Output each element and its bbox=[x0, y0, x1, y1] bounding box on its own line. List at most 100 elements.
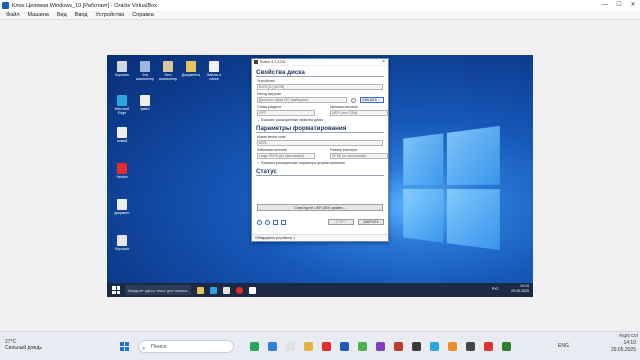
rufus-tool-icons bbox=[257, 220, 286, 225]
device-label: Устройство bbox=[257, 79, 275, 83]
desktop-icon-label: документ bbox=[114, 211, 130, 215]
desktop-icon-image bbox=[209, 61, 219, 72]
app-icon[interactable] bbox=[502, 342, 511, 351]
window-controls: — ☐ ✕ bbox=[598, 0, 640, 11]
desktop-icon[interactable]: Yandex bbox=[112, 163, 132, 179]
guest-lang-indicator[interactable]: РУС bbox=[492, 287, 499, 291]
yandex-browser-icon[interactable] bbox=[322, 342, 331, 351]
partition-label: Схема раздела bbox=[257, 105, 281, 109]
cluster-select[interactable]: 32 КБ (по умолчанию) bbox=[330, 153, 388, 159]
volume-label-caption: Новая метка тома bbox=[257, 135, 286, 139]
log-icon[interactable] bbox=[281, 220, 286, 225]
desktop-icon-image bbox=[140, 61, 150, 72]
search-icon: ⌕ bbox=[142, 346, 146, 352]
guest-desktop[interactable]: Корзина Эта компьютер Этот компьютер Докуме… bbox=[107, 55, 533, 297]
divider bbox=[256, 175, 384, 176]
app-icon[interactable] bbox=[412, 342, 421, 351]
close-button[interactable]: ЗАКРЫТЬ bbox=[358, 219, 384, 225]
desktop-icon[interactable]: документ bbox=[112, 199, 132, 215]
menu-file[interactable]: Файл bbox=[6, 12, 20, 18]
virtualbox-icon[interactable] bbox=[340, 342, 349, 351]
desktop-icon-label: Файлы и папки bbox=[206, 73, 222, 81]
maximize-button[interactable]: ☐ bbox=[612, 0, 626, 11]
app-icon[interactable] bbox=[394, 342, 403, 351]
file-explorer-icon[interactable] bbox=[304, 342, 313, 351]
status-bar: Checking for UEFI DBX updates... bbox=[257, 204, 383, 211]
weather-description: Сильный дождь bbox=[5, 345, 42, 351]
advanced-format-toggle[interactable]: ⌄ Показать расширенные параметры формати… bbox=[257, 161, 388, 165]
start-button[interactable]: СТАРТ bbox=[328, 219, 354, 225]
telegram-icon[interactable] bbox=[268, 342, 277, 351]
desktop-icon-label: файл bbox=[140, 107, 150, 111]
check-icon[interactable] bbox=[351, 97, 356, 103]
app-icon[interactable] bbox=[448, 342, 457, 351]
minimize-button[interactable]: — bbox=[598, 0, 612, 11]
target-select[interactable]: UEFI (non CSM) bbox=[330, 110, 388, 116]
clock[interactable]: 14:10 29.05.2025 bbox=[611, 340, 636, 354]
host-menu-bar: Файл Машина Вид Ввод Устройства Справка bbox=[0, 11, 640, 20]
app-icon[interactable] bbox=[358, 342, 367, 351]
taskbar-search-input[interactable]: ⌕ Поиск bbox=[138, 340, 234, 353]
host-window-title: Клон Целевая Windows_10 [Работает] - Ora… bbox=[12, 2, 157, 9]
settings-icon[interactable] bbox=[273, 220, 278, 225]
rufus-title-bar: Rufus 4.7.2231 × bbox=[252, 59, 388, 66]
desktop-icon-image bbox=[117, 163, 127, 174]
filesystem-label: Файловая система bbox=[257, 148, 287, 152]
whatsapp-icon[interactable] bbox=[250, 342, 259, 351]
advanced-drive-toggle[interactable]: ⌄ Показать расширенные свойства диска bbox=[257, 118, 388, 122]
menu-view[interactable]: Вид bbox=[57, 12, 67, 18]
start-icon[interactable] bbox=[120, 342, 129, 351]
target-label: Целевая система bbox=[330, 105, 358, 109]
globe-icon[interactable] bbox=[257, 220, 262, 225]
cluster-label: Размер кластера bbox=[330, 148, 357, 152]
filesystem-select[interactable]: Large FAT32 (по умолчанию) bbox=[257, 153, 315, 159]
device-select[interactable]: 8478 (G:) [64TB] bbox=[257, 84, 383, 90]
desktop-icon[interactable]: новый bbox=[112, 127, 132, 143]
rufus-icon bbox=[254, 60, 258, 64]
desktop-icon[interactable]: Файлы и папки bbox=[204, 61, 224, 81]
edge-icon[interactable] bbox=[430, 342, 439, 351]
host-key-label: Right Ctrl bbox=[619, 333, 638, 338]
app-icon[interactable] bbox=[484, 342, 493, 351]
desktop-icon-image bbox=[117, 61, 127, 72]
language-indicator[interactable]: ENG bbox=[558, 343, 569, 349]
desktop-icon[interactable]: файл bbox=[135, 95, 155, 111]
desktop-icon-image bbox=[140, 95, 150, 106]
menu-machine[interactable]: Машина bbox=[28, 12, 49, 18]
menu-devices[interactable]: Устройства bbox=[95, 12, 124, 18]
drive-properties-heading: Свойства диска bbox=[256, 69, 305, 76]
rufus-close-icon[interactable]: × bbox=[382, 59, 385, 66]
divider bbox=[256, 76, 384, 77]
menu-help[interactable]: Справка bbox=[132, 12, 154, 18]
desktop-icon-image bbox=[186, 61, 196, 72]
info-icon[interactable] bbox=[265, 220, 270, 225]
rufus-taskbar-icon[interactable] bbox=[249, 286, 256, 294]
desktop-icon-image bbox=[117, 235, 127, 246]
desktop-icon-label: Yandex bbox=[116, 175, 128, 179]
yandex-icon[interactable] bbox=[236, 286, 243, 294]
app-icon[interactable] bbox=[286, 342, 295, 351]
desktop-icon-image bbox=[117, 127, 127, 138]
rufus-window[interactable]: Rufus 4.7.2231 × Свойства диска Устройст… bbox=[251, 58, 389, 242]
weather-widget[interactable]: 27°C Сильный дождь bbox=[5, 339, 42, 351]
close-button[interactable]: ✕ bbox=[626, 0, 640, 11]
desktop-icon-image bbox=[117, 95, 127, 106]
menu-input[interactable]: Ввод bbox=[75, 12, 88, 18]
edge-icon[interactable] bbox=[210, 286, 217, 294]
status-heading: Статус bbox=[256, 168, 277, 175]
visual-studio-icon[interactable] bbox=[376, 342, 385, 351]
desktop-icon[interactable]: Microsoft Edge bbox=[112, 95, 132, 115]
desktop-icon[interactable]: Этот компьютер bbox=[158, 61, 178, 81]
desktop-icon[interactable]: Эта компьютер bbox=[135, 61, 155, 81]
desktop-icon-label: Этот компьютер bbox=[158, 73, 178, 81]
app-icon[interactable] bbox=[466, 342, 475, 351]
guest-clock[interactable]: 14:10 29.05.2025 bbox=[511, 284, 529, 294]
desktop-icon[interactable]: Документы bbox=[181, 61, 201, 77]
desktop-icon[interactable]: Корзина bbox=[112, 235, 132, 251]
partition-select[interactable]: GPT bbox=[257, 110, 315, 116]
desktop-icon[interactable]: Корзина bbox=[112, 61, 132, 77]
store-icon[interactable] bbox=[223, 286, 230, 294]
guest-start-icon[interactable] bbox=[112, 286, 120, 294]
file-explorer-icon[interactable] bbox=[197, 286, 204, 294]
guest-search-input[interactable]: Введите здесь текст для поиска bbox=[125, 285, 191, 295]
